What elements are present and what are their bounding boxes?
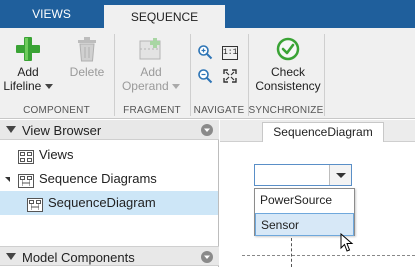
- fit-to-view-button[interactable]: [220, 68, 240, 86]
- tree-item-label: Views: [39, 147, 74, 162]
- collapse-triangle-icon[interactable]: [6, 126, 16, 133]
- tree-item-views[interactable]: Views: [0, 143, 218, 167]
- operand-icon: [137, 36, 165, 62]
- zoom-out-icon: [197, 68, 213, 87]
- view-browser-title: View Browser: [22, 123, 102, 138]
- checkmark-icon: [276, 36, 300, 62]
- app-tabstrip: VIEWS SEQUENCE DIAGRAM: [0, 0, 415, 48]
- add-lifeline-button[interactable]: Add Lifeline: [2, 36, 54, 93]
- tab-views[interactable]: VIEWS: [0, 0, 103, 28]
- tree-item-sequence-diagrams[interactable]: Sequence Diagrams: [0, 167, 218, 191]
- editor-tabbar: SequenceDiagram: [220, 120, 415, 142]
- lifeline-dashed-line: [291, 238, 292, 267]
- section-divider: [190, 34, 191, 116]
- section-label-fragment: FRAGMENT: [123, 105, 181, 116]
- diagram-frame-edge: [242, 255, 415, 256]
- zoom-out-button[interactable]: [195, 68, 215, 86]
- view-browser-header[interactable]: View Browser: [0, 120, 219, 140]
- chevron-down-icon: [44, 84, 53, 90]
- actual-size-button[interactable]: 1:1: [220, 44, 240, 62]
- section-divider: [114, 34, 115, 116]
- view-browser-panel: View Browser Views Sequence Diagrams Seq…: [0, 120, 219, 267]
- tree-item-label: SequenceDiagram: [48, 195, 156, 210]
- add-operand-label-1: Add: [140, 65, 162, 79]
- section-label-synchronize: SYNCHRONIZE: [248, 105, 324, 116]
- expand-triangle-icon[interactable]: [5, 177, 10, 182]
- combo-dropdown-button[interactable]: [329, 165, 351, 185]
- lifeline-component-combo[interactable]: [254, 164, 352, 186]
- combo-options-list: PowerSource Sensor: [254, 188, 355, 236]
- model-components-header[interactable]: Model Components: [0, 246, 219, 266]
- check-consistency-label-1: Check: [270, 65, 305, 79]
- sequence-diagram-icon: [27, 196, 43, 220]
- mouse-cursor-icon: [340, 232, 354, 256]
- toolstrip: Add Lifeline Delete COMPONENT Add Operan…: [0, 28, 415, 119]
- section-label-component: COMPONENT: [23, 105, 90, 116]
- check-consistency-button[interactable]: Check Consistency: [252, 36, 324, 93]
- chevron-down-icon: [336, 173, 346, 178]
- actual-size-icon: 1:1: [222, 46, 238, 60]
- collapse-triangle-icon[interactable]: [6, 253, 16, 260]
- tab-sequence-diagram[interactable]: SEQUENCE DIAGRAM: [104, 3, 225, 48]
- add-lifeline-label-2: Lifeline: [2, 79, 54, 93]
- trash-icon: [76, 36, 98, 62]
- model-components-title: Model Components: [22, 250, 135, 265]
- section-divider: [324, 34, 325, 116]
- zoom-in-button[interactable]: [195, 44, 215, 62]
- tree-item-label: Sequence Diagrams: [39, 171, 157, 186]
- tab-sequencediagram[interactable]: SequenceDiagram: [262, 122, 384, 142]
- plus-icon: [15, 36, 41, 62]
- add-operand-label-2: Operand: [118, 79, 184, 93]
- add-operand-button[interactable]: Add Operand: [118, 36, 184, 93]
- diagram-editor[interactable]: SequenceDiagram PowerSource Sensor: [220, 120, 415, 267]
- check-consistency-label-2: Consistency: [255, 79, 321, 93]
- fit-to-view-icon: [222, 68, 238, 87]
- panel-options-icon[interactable]: [201, 251, 213, 263]
- option-powersource[interactable]: PowerSource: [255, 189, 354, 212]
- zoom-in-icon: [197, 44, 213, 63]
- panel-options-icon[interactable]: [201, 124, 213, 136]
- section-label-navigate: NAVIGATE: [193, 105, 245, 116]
- chevron-down-icon: [172, 84, 181, 90]
- section-divider: [248, 34, 249, 116]
- add-lifeline-label-1: Add: [17, 65, 39, 79]
- tree-item-sequencediagram[interactable]: SequenceDiagram: [0, 191, 218, 215]
- delete-button[interactable]: Delete: [62, 36, 112, 79]
- delete-label: Delete: [69, 65, 105, 79]
